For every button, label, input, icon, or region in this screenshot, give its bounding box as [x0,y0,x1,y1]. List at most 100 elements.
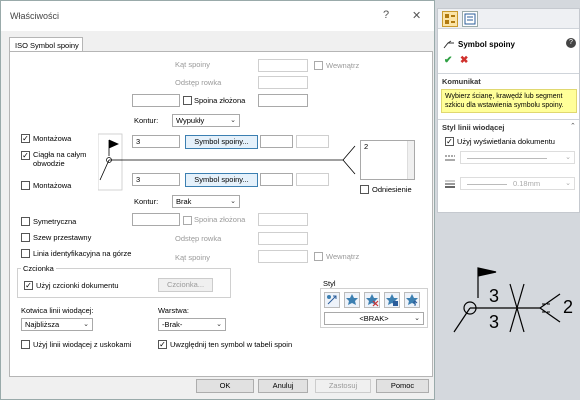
upper-gap-label: Odstęp rowka [175,78,222,87]
bent-leader-label: Użyj linii wiodącej z uskokami [33,340,132,349]
lower-inner-checkbox[interactable] [314,252,323,261]
lower-size-input[interactable] [132,213,180,226]
font-button[interactable]: Czcionka... [158,278,213,292]
field-weld-lower-checkbox[interactable] [21,181,30,190]
font-group-label: Czcionka [21,264,56,273]
layer-label: Warstwa: [158,306,189,315]
upper-extra-input[interactable] [258,94,308,107]
preview-tail-value: 2 [563,297,574,317]
feature-manager-tab-icon[interactable] [442,11,458,27]
help-button[interactable]: Pomoc [376,379,429,393]
style-select[interactable]: <BRAK> ⌄ [324,312,424,325]
upper-angle-input[interactable] [258,59,308,72]
use-doc-display-checkbox[interactable] [445,137,454,146]
upper-gap-input[interactable] [258,76,308,89]
leader-style-header: Styl linii wiodącej [442,123,505,132]
lower-length-input[interactable] [260,173,293,186]
apply-button[interactable]: Zastosuj [315,379,371,393]
lower-extra-input[interactable] [258,213,308,226]
leader-anchor-value: Najbliższa [25,320,60,329]
field-weld-label: Montażowa [33,134,72,143]
lower-contour-select[interactable]: Brak ⌄ [172,195,240,208]
upper-contour-select[interactable]: Wypukły ⌄ [172,114,240,127]
upper-inner-label: Wewnątrz [326,61,360,70]
symmetric-checkbox[interactable] [21,217,30,226]
field-weld-lower-label: Montażowa [33,181,72,190]
reference-checkbox[interactable] [360,185,369,194]
upper-angle-label: Kąt spoiny [175,60,211,69]
style-add-icon[interactable] [324,292,340,308]
all-around-checkbox[interactable] [21,151,30,160]
lower-value-text: 3 [136,175,141,184]
divider [438,73,579,74]
cancel-icon[interactable]: ✖ [460,55,468,66]
weld-symbol-icon [443,40,454,49]
title-bar: Właściwości ? ✕ [1,1,434,31]
upper-weld-symbol-button[interactable]: Symbol spoiny... [185,135,258,149]
style-save-icon[interactable] [384,292,400,308]
bent-leader-checkbox[interactable] [21,340,30,349]
reference-label: Odniesienie [372,185,412,194]
chevron-down-icon: ⌄ [414,315,420,322]
tail-value: 2 [364,142,369,151]
chevron-down-icon: ⌄ [565,154,571,161]
lower-compound-checkbox[interactable] [183,216,192,225]
dialog-title: Właściwości [10,11,60,21]
lower-compound-label: Spoina złożona [194,215,246,224]
tab-panel: Kąt spoiny Wewnątrz Odstęp rowka Spoina … [9,51,433,377]
upper-pitch-input[interactable] [296,135,329,148]
style-delete-icon[interactable] [364,292,380,308]
lower-gap-label: Odstęp rowka [175,234,222,243]
line-style-icon [445,155,455,161]
upper-size-input[interactable] [132,94,180,107]
upper-compound-checkbox[interactable] [183,96,192,105]
id-line-checkbox[interactable] [21,249,30,258]
ok-button[interactable]: OK [196,379,254,393]
upper-length-input[interactable] [260,135,293,148]
layer-select[interactable]: -Brak- ⌄ [158,318,226,331]
upper-inner-checkbox[interactable] [314,61,323,70]
tail-scrollbar[interactable] [407,141,414,179]
property-manager: Symbol spoiny ? ✔ ✖ Komunikat Wybierz śc… [437,8,580,213]
style-load-icon[interactable] [404,292,420,308]
staggered-checkbox[interactable] [21,233,30,242]
lower-value-input[interactable]: 3 [132,173,180,186]
help-icon[interactable]: ? [383,9,389,21]
upper-contour-label: Kontur: [134,116,159,125]
collapse-icon[interactable]: ⌃ [570,122,576,130]
tail-textarea[interactable]: 2 [360,140,415,180]
lower-pitch-input[interactable] [296,173,329,186]
use-doc-font-checkbox[interactable] [24,281,33,290]
chevron-down-icon: ⌄ [230,198,236,205]
tab-iso-weld-symbol[interactable]: ISO Symbol spoiny [9,37,83,52]
style-value: <BRAK> [359,314,389,323]
lower-gap-input[interactable] [258,232,308,245]
upper-value-text: 3 [136,137,141,146]
style-star-icon[interactable] [344,292,360,308]
upper-value-input[interactable]: 3 [132,135,180,148]
use-doc-display-label: Użyj wyświetlania dokumentu [457,137,555,146]
line-style-preview [467,158,547,159]
line-thickness-icon [445,180,455,188]
lower-inner-label: Wewnątrz [326,252,360,261]
include-bom-checkbox[interactable] [158,340,167,349]
cancel-button[interactable]: Anuluj [258,379,308,393]
properties-dialog: Właściwości ? ✕ ISO Symbol spoiny Kąt sp… [0,0,435,400]
line-thickness-select[interactable]: 0.18mm ⌄ [460,177,575,190]
pm-help-icon[interactable]: ? [566,38,576,48]
property-manager-tab-icon[interactable] [462,11,478,27]
divider [438,119,579,120]
leader-anchor-select[interactable]: Najbliższa ⌄ [21,318,93,331]
weld-symbol-preview [453,267,561,333]
lower-contour-label: Kontur: [134,197,159,206]
symmetric-label: Symetryczna [33,217,77,226]
lower-angle-input[interactable] [258,250,308,263]
line-style-select[interactable]: ⌄ [460,151,575,164]
lower-weld-symbol-button[interactable]: Symbol spoiny... [185,173,258,187]
accept-icon[interactable]: ✔ [444,55,452,66]
close-icon[interactable]: ✕ [412,9,421,22]
preview-upper-value: 3 [489,286,500,306]
style-group-label: Styl [323,279,336,288]
field-weld-checkbox[interactable] [21,134,30,143]
use-doc-font-label: Użyj czcionki dokumentu [36,281,119,290]
